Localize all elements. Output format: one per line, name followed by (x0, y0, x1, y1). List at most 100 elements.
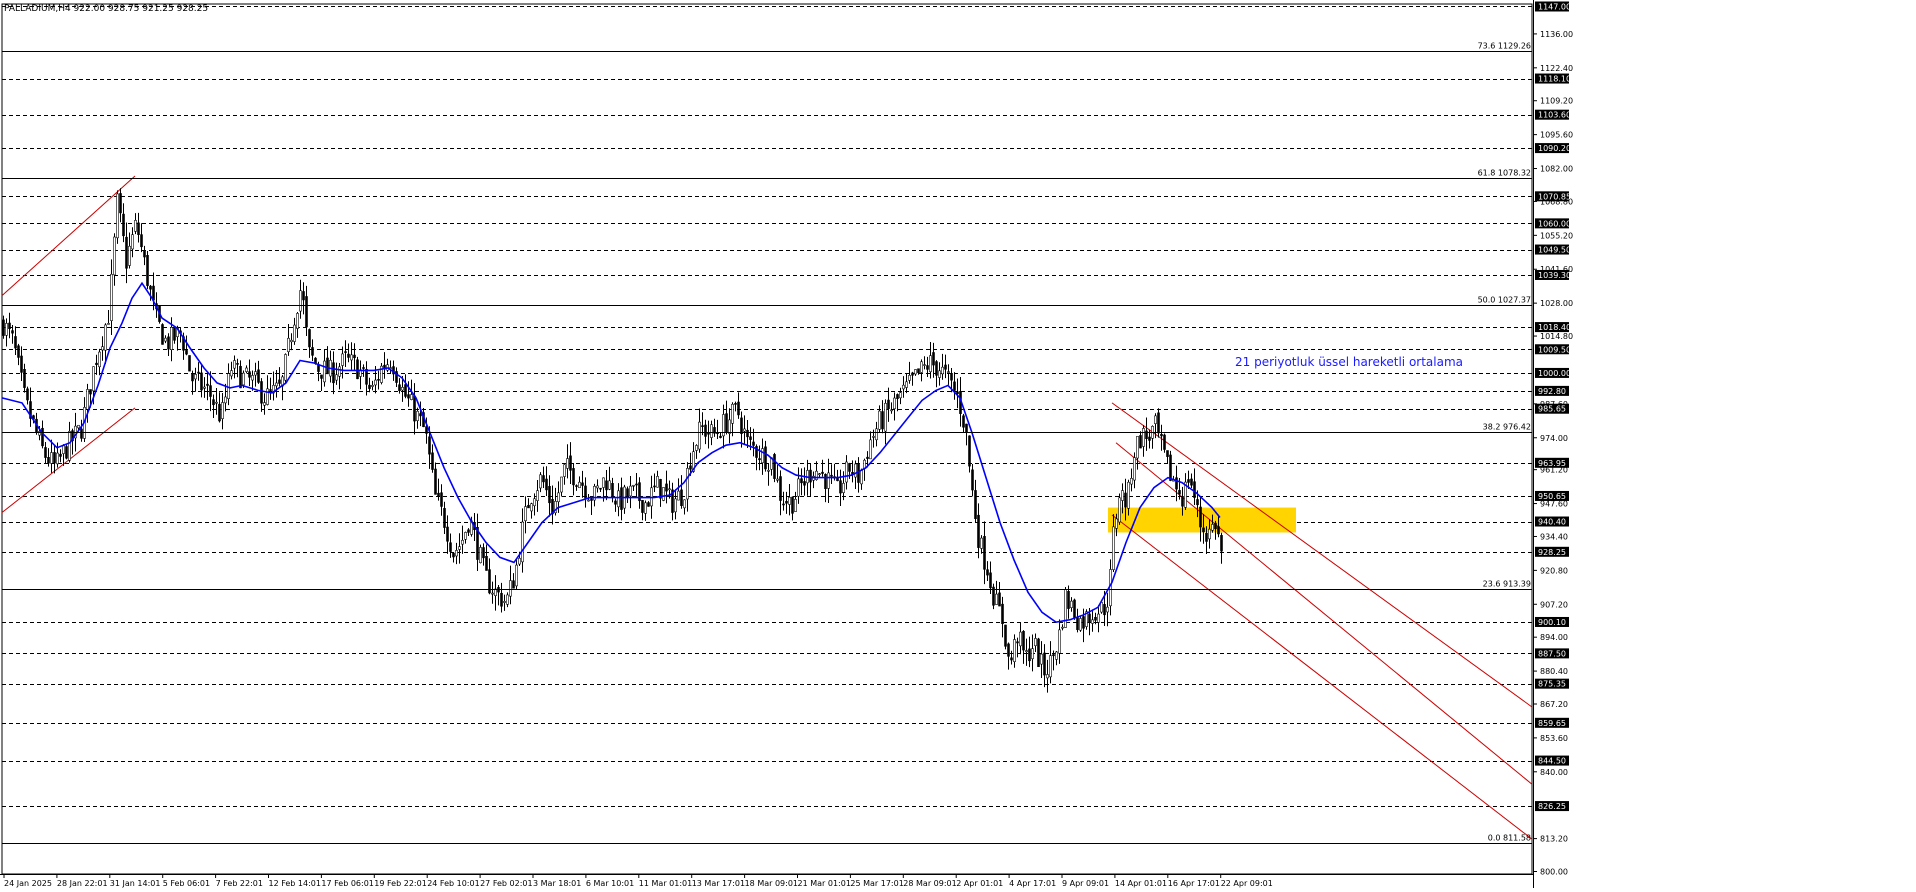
candle (356, 356, 359, 380)
svg-text:859.65: 859.65 (1538, 719, 1566, 728)
price-tick-label: 894.00 (1540, 633, 1568, 642)
svg-text:1147.00: 1147.00 (1538, 2, 1571, 11)
svg-text:1000.00: 1000.00 (1538, 369, 1571, 378)
price-badge: 963.95 (1535, 457, 1569, 468)
price-badge: 1147.00 (1535, 1, 1571, 11)
time-tick-label: 17 Feb 06:01 (321, 879, 373, 888)
time-tick-label: 12 Feb 14:01 (269, 879, 321, 888)
candle (1118, 493, 1121, 525)
resistance-zone (1108, 507, 1296, 533)
price-badge: 950.65 (1535, 490, 1569, 501)
fib-label: 38.2 976.42 (1483, 423, 1531, 432)
price-tick-label: 974.00 (1540, 434, 1568, 443)
price-badge: 1039.30 (1535, 269, 1571, 280)
time-tick-label: 25 Mar 17:01 (850, 879, 903, 888)
price-badge: 1049.50 (1535, 244, 1571, 255)
candle (188, 355, 191, 372)
svg-text:1118.10: 1118.10 (1538, 75, 1571, 84)
chart-window: 73.6 1129.26 61.8 1078.32 50.0 1027.37 38.2… (0, 0, 1916, 888)
candle (380, 363, 383, 385)
price-badge: 1070.85 (1535, 191, 1571, 202)
price-badge: 1009.50 (1535, 344, 1571, 355)
candle (161, 323, 164, 345)
time-tick-label: 19 Feb 22:01 (374, 879, 426, 888)
price-badge: 887.50 (1535, 648, 1569, 659)
time-tick-label: 22 Apr 09:01 (1221, 879, 1273, 888)
candle (284, 353, 287, 385)
candle (479, 544, 482, 564)
chart-title: PALLADIUM,H4 922.00 928.75 921.25 928.25 (4, 4, 208, 14)
fib-label: 0.0 811.58 (1488, 834, 1531, 843)
svg-text:985.65: 985.65 (1538, 405, 1566, 414)
price-tick-label: 1095.60 (1540, 131, 1573, 140)
price-badge: 859.65 (1535, 717, 1569, 728)
price-tick-label: 813.20 (1540, 835, 1568, 844)
time-tick-label: 18 Mar 09:01 (745, 879, 798, 888)
time-tick-label: 24 Jan 2025 (4, 879, 52, 888)
price-tick-label: 867.20 (1540, 700, 1568, 709)
ema-annotation: 21 periyotluk üssel hareketli ortalama (1235, 355, 1463, 369)
time-tick-label: 9 Apr 09:01 (1062, 879, 1109, 888)
svg-text:940.40: 940.40 (1538, 518, 1566, 527)
price-badge: 940.40 (1535, 516, 1569, 527)
svg-text:887.50: 887.50 (1538, 649, 1566, 658)
price-badge: 1103.60 (1535, 109, 1571, 120)
svg-text:826.25: 826.25 (1538, 802, 1566, 811)
time-tick-label: 28 Mar 09:01 (903, 879, 956, 888)
price-tick-label: 853.60 (1540, 734, 1568, 743)
candle (1073, 598, 1076, 620)
price-badge: 928.25 (1535, 546, 1569, 557)
candle (116, 190, 119, 244)
svg-text:1090.20: 1090.20 (1538, 144, 1571, 153)
time-tick-label: 11 Mar 01:01 (639, 879, 692, 888)
svg-text:963.95: 963.95 (1538, 459, 1566, 468)
price-tick-label: 1028.00 (1540, 299, 1573, 308)
svg-text:1070.85: 1070.85 (1538, 192, 1571, 201)
price-tick-label: 1109.20 (1540, 97, 1573, 106)
price-tick-label: 934.40 (1540, 532, 1568, 541)
svg-text:844.50: 844.50 (1538, 757, 1566, 766)
price-badge: 826.25 (1535, 801, 1569, 812)
svg-text:900.10: 900.10 (1538, 618, 1566, 627)
palladium-h4-chart: 73.6 1129.26 61.8 1078.32 50.0 1027.37 38.2… (0, 0, 1916, 888)
fib-label: 73.6 1129.26 (1478, 42, 1531, 51)
candle (773, 452, 776, 483)
time-tick-label: 24 Feb 10:01 (427, 879, 479, 888)
time-tick-label: 13 Mar 17:01 (692, 879, 745, 888)
price-badge: 1090.20 (1535, 143, 1571, 154)
svg-text:1060.00: 1060.00 (1538, 219, 1571, 228)
svg-text:950.65: 950.65 (1538, 492, 1566, 501)
candle (1157, 408, 1160, 438)
fib-label: 50.0 1027.37 (1478, 296, 1531, 305)
time-tick-label: 28 Jan 22:01 (57, 879, 108, 888)
price-badge: 875.35 (1535, 678, 1569, 689)
price-tick-label: 1055.20 (1540, 231, 1573, 240)
candle (65, 444, 68, 460)
price-tick-label: 1136.00 (1540, 30, 1573, 39)
price-badge: 900.10 (1535, 616, 1569, 627)
price-tick-label: 907.20 (1540, 600, 1568, 609)
fib-label: 23.6 913.39 (1483, 580, 1531, 589)
svg-text:875.35: 875.35 (1538, 680, 1566, 689)
time-tick-label: 16 Apr 17:01 (1168, 879, 1220, 888)
price-tick-label: 1014.80 (1540, 332, 1573, 341)
time-tick-label: 27 Feb 02:01 (480, 879, 532, 888)
time-tick-label: 21 Mar 01:01 (798, 879, 851, 888)
chart-background (0, 0, 1916, 888)
time-tick-label: 4 Apr 17:01 (1009, 879, 1056, 888)
time-tick-label: 14 Apr 01:01 (1115, 879, 1167, 888)
price-badge: 1018.40 (1535, 322, 1571, 333)
time-tick-label: 5 Feb 06:01 (163, 879, 210, 888)
candle (1169, 450, 1172, 482)
candle (1004, 624, 1007, 650)
svg-text:992.80: 992.80 (1538, 387, 1566, 396)
price-tick-label: 880.40 (1540, 667, 1568, 676)
price-tick-label: 840.00 (1540, 768, 1568, 777)
price-badge: 1000.00 (1535, 367, 1571, 378)
svg-text:1103.60: 1103.60 (1538, 111, 1571, 120)
candle (1037, 637, 1040, 668)
candle (662, 487, 665, 502)
svg-text:1018.40: 1018.40 (1538, 323, 1571, 332)
price-badge: 844.50 (1535, 755, 1569, 766)
svg-text:1049.50: 1049.50 (1538, 246, 1571, 255)
